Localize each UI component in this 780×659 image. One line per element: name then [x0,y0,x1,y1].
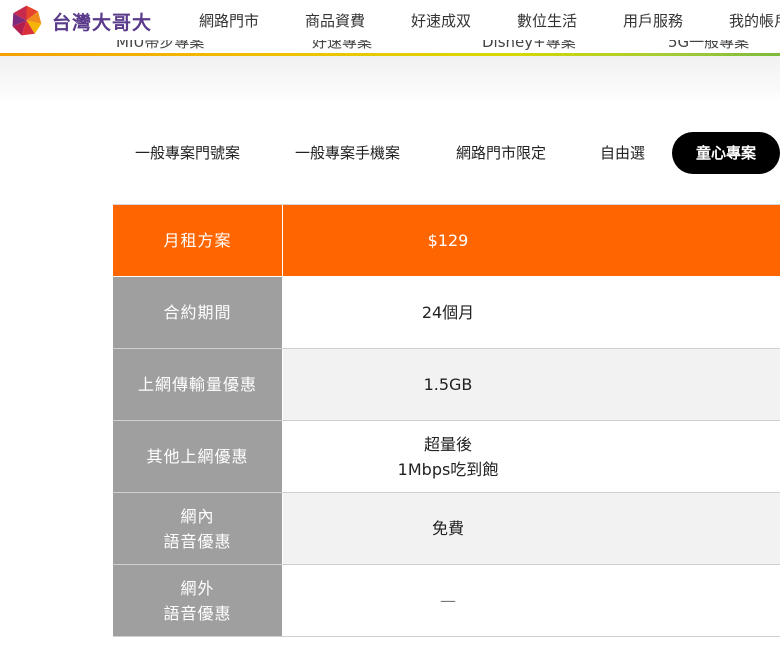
data-allowance-value: 1.5GB [283,349,780,420]
monthly-price-value: $129 [283,205,780,276]
brand-logo-icon[interactable] [10,4,43,37]
tab-online-exclusive[interactable]: 網路門市限定 [456,132,546,174]
nav-item-user-service[interactable]: 用戶服務 [623,10,683,31]
nav-item-online-store[interactable]: 網路門市 [199,10,259,31]
plan-category-tabs: 一般專案門號案 一般專案手機案 網路門市限定 自由選 童心專案 [0,132,780,174]
tab-general-phone[interactable]: 一般專案手機案 [295,132,400,174]
on-net-voice-value: 免費 [283,493,780,564]
tab-kids-plan[interactable]: 童心專案 [672,132,780,174]
sub-nav-item[interactable]: 5G一般專案 [668,40,749,52]
table-row: 合約期間 24個月 [113,277,780,349]
nav-item-products-plans[interactable]: 商品資費 [305,10,365,31]
section-shadow [0,56,780,102]
other-data-value: 超量後 1Mbps吃到飽 [283,421,780,492]
site-header: 台灣大哥大 網路門市 商品資費 好速成双 數位生活 用戶服務 我的帳戶 [0,0,780,40]
brand-name[interactable]: 台灣大哥大 [52,8,152,35]
row-label-monthly-plan: 月租方案 [113,205,283,276]
header-divider [0,53,780,56]
row-label-contract-period: 合約期間 [113,277,283,348]
off-net-voice-value: — [283,565,780,636]
row-label-data-allowance: 上網傳輸量優惠 [113,349,283,420]
table-row: 上網傳輸量優惠 1.5GB [113,349,780,421]
table-row: 網內 語音優惠 免費 [113,493,780,565]
contract-period-value: 24個月 [283,277,780,348]
table-row: 網外 語音優惠 — [113,565,780,637]
sub-nav-item[interactable]: MIU帶步專案 [116,40,204,52]
tab-free-choice[interactable]: 自由選 [600,132,645,174]
nav-item-my-account[interactable]: 我的帳戶 [729,10,780,31]
sub-nav-item[interactable]: Disney+專案 [482,40,576,52]
row-label-on-net-voice: 網內 語音優惠 [113,493,283,564]
table-row: 月租方案 $129 [113,205,780,277]
row-label-other-data: 其他上網優惠 [113,421,283,492]
nav-item-digital-life[interactable]: 數位生活 [517,10,577,31]
plan-details-table: 月租方案 $129 合約期間 24個月 上網傳輸量優惠 1.5GB 其他上網優惠… [113,204,780,637]
table-row: 其他上網優惠 超量後 1Mbps吃到飽 [113,421,780,493]
sub-nav-item[interactable]: 好速專案 [312,40,372,52]
sub-nav-partial: MIU帶步專案 好速專案 Disney+專案 5G一般專案 [0,40,780,53]
row-label-off-net-voice: 網外 語音優惠 [113,565,283,636]
tab-general-number[interactable]: 一般專案門號案 [135,132,240,174]
nav-item-fast-combo[interactable]: 好速成双 [411,10,471,31]
